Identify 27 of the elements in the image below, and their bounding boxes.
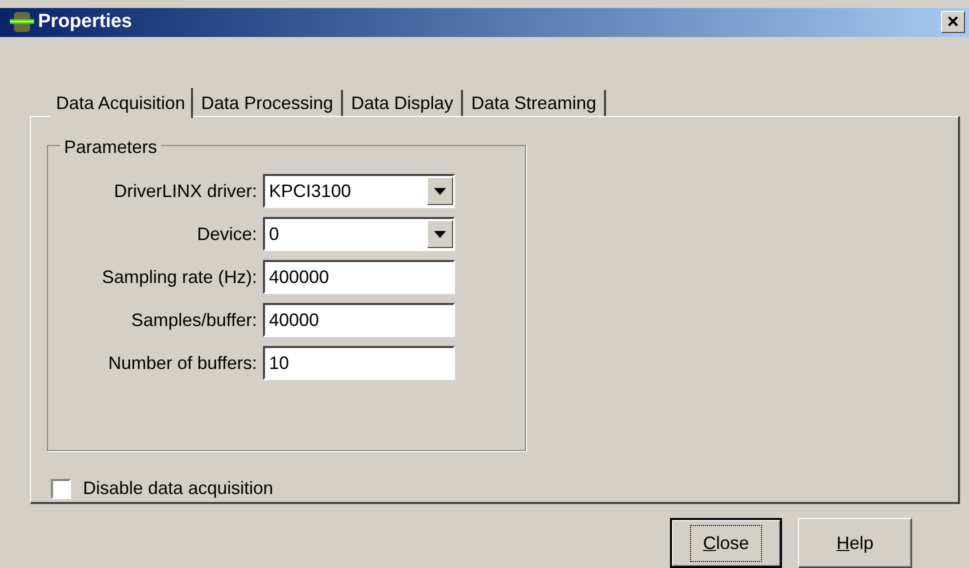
dropdown[interactable]: KPCI3100: [263, 174, 455, 208]
field-label: DriverLINX driver:: [114, 180, 257, 202]
caret-icon: [434, 230, 446, 238]
field-label: Samples/buffer:: [131, 308, 257, 332]
dropdown-arrow-button[interactable]: [427, 220, 453, 248]
tab[interactable]: Data Processing: [193, 90, 344, 116]
tab[interactable]: Data Acquisition: [50, 88, 194, 118]
field-label: Sampling rate (Hz):: [102, 266, 257, 289]
field-label: Device:: [196, 222, 257, 246]
caret-icon: [434, 188, 446, 194]
close-button[interactable]: ×: [941, 11, 965, 34]
dropdown-value: 0: [268, 222, 280, 246]
tab[interactable]: Data Streaming: [463, 90, 606, 116]
checkbox-label: Disable data acquisition: [83, 477, 274, 500]
input-field[interactable]: 40000: [263, 303, 455, 337]
tab[interactable]: Data Display: [343, 90, 464, 116]
checkbox[interactable]: [51, 478, 71, 498]
dialog-button[interactable]: Close: [670, 518, 782, 568]
input-field[interactable]: 10: [263, 346, 455, 380]
input-field[interactable]: 400000: [263, 260, 455, 294]
dropdown[interactable]: 0: [263, 217, 455, 251]
dialog-button[interactable]: Help: [798, 518, 912, 568]
window-title: Properties: [38, 10, 132, 34]
dropdown-value: KPCI3100: [268, 180, 352, 202]
dropdown-arrow-button[interactable]: [427, 177, 453, 205]
field-label: Number of buffers:: [108, 352, 257, 374]
app-icon: [10, 11, 34, 34]
